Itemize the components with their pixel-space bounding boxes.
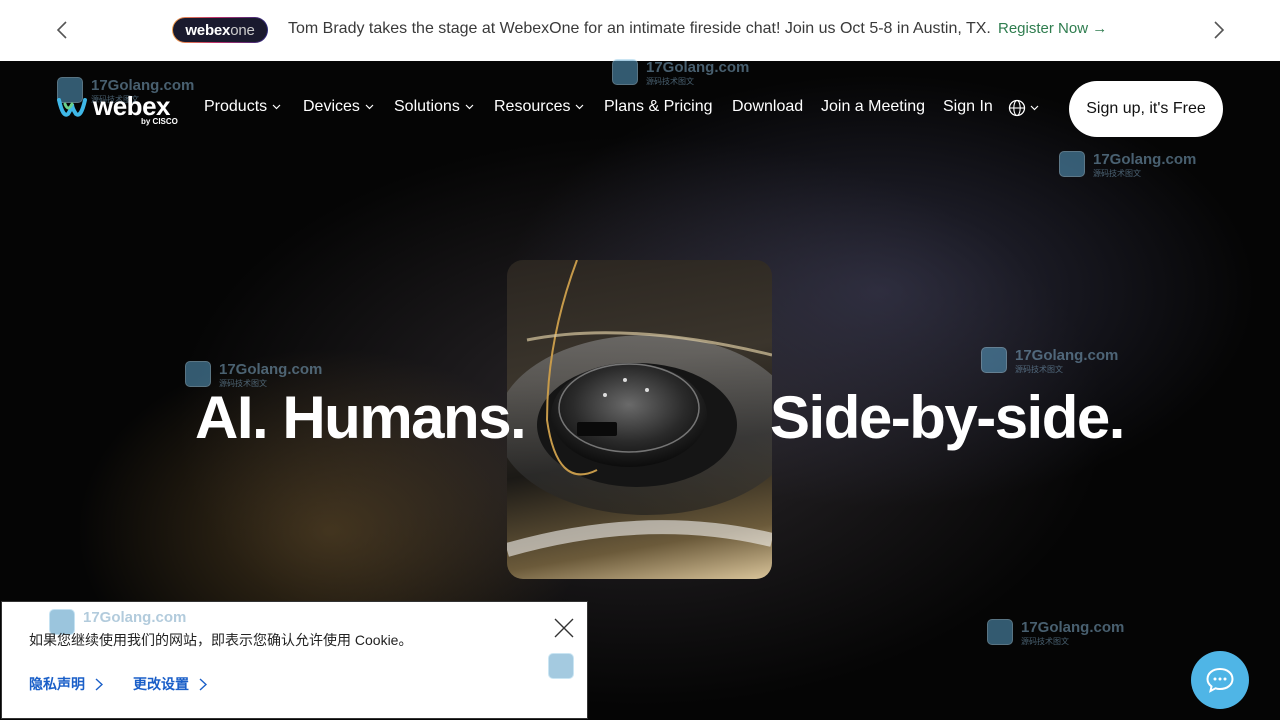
chevron-right-icon [199,677,207,691]
watermark-icon [548,653,574,679]
watermark-icon [1059,151,1085,177]
watermark-text: 17Golang.com [83,609,187,626]
nav-plans-pricing[interactable]: Plans & Pricing [604,98,713,116]
nav-download[interactable]: Download [732,98,803,116]
watermark-subtext: 源码技术图文 [1015,365,1063,374]
watermark: 17Golang.com 源码技术图文 [981,347,1118,375]
chevron-down-icon [272,104,281,110]
register-now-link[interactable]: Register Now → [998,20,1107,37]
watermark-subtext: 源码技术图文 [646,77,694,86]
watermark: 17Golang.com 源码技术图文 [612,59,749,87]
chat-button[interactable] [1191,651,1249,709]
cookie-banner: 17Golang.com 如果您继续使用我们的网站，即表示您确认允许使用 Coo… [1,601,588,719]
webex-logo[interactable]: webex by CISCO [57,91,187,131]
watermark-text: 17Golang.com [646,59,750,76]
logo-byline: by CISCO [141,117,178,126]
watermark-text: 17Golang.com [1093,151,1197,168]
watermark-text: 17Golang.com [1021,619,1125,636]
change-settings-link[interactable]: 更改设置 [133,674,207,694]
watermark-text: 17Golang.com [1015,347,1119,364]
nav-resources[interactable]: Resources [494,98,584,116]
nav-join-meeting[interactable]: Join a Meeting [821,98,925,116]
nav-label: Resources [494,98,571,115]
announcement-text: Tom Brady takes the stage at WebexOne fo… [288,20,991,37]
badge-suffix: one [230,21,255,39]
badge-main: webex [185,21,231,39]
watermark-icon [981,347,1007,373]
watermark-text: 17Golang.com [219,361,323,378]
watermark [548,653,582,679]
chevron-right-icon [95,677,103,691]
hero-headline-right: Side-by-side. [770,384,1125,451]
webexone-badge[interactable]: webex one [172,17,268,43]
device-image [507,260,772,579]
watermark: 17Golang.com 源码技术图文 [987,619,1124,647]
nav-devices[interactable]: Devices [303,98,374,116]
nav-label: Devices [303,98,360,115]
language-selector[interactable] [1008,99,1039,117]
watermark-icon [612,59,638,85]
announcement-bar: webex one Tom Brady takes the stage at We… [0,0,1280,61]
watermark-icon [987,619,1013,645]
chevron-left-icon[interactable] [52,19,74,41]
link-label: 更改设置 [133,676,189,692]
watermark: 17Golang.com 源码技术图文 [1059,151,1196,179]
privacy-statement-link[interactable]: 隐私声明 [29,674,103,694]
webex-mark-icon [57,98,87,117]
nav-label: Products [204,98,268,115]
globe-icon [1008,99,1026,117]
watermark-subtext: 源码技术图文 [1021,637,1069,646]
chat-bubble-icon [1206,667,1234,693]
ceiling-mic-illustration [507,260,772,557]
nav-products[interactable]: Products [204,98,281,116]
signup-button[interactable]: Sign up, it's Free [1069,81,1223,137]
chevron-down-icon [1030,105,1039,111]
cookie-message: 如果您继续使用我们的网站，即表示您确认允许使用 Cookie。 [29,632,413,648]
nav-label: Solutions [394,98,460,115]
chevron-down-icon [465,104,474,110]
chevron-down-icon [576,104,584,110]
chevron-down-icon [365,104,374,110]
link-label: 隐私声明 [29,676,85,692]
nav-sign-in[interactable]: Sign In [943,98,993,116]
hero-headline-left: AI. Humans. [195,384,527,451]
watermark-subtext: 源码技术图文 [1093,169,1141,178]
nav-solutions[interactable]: Solutions [394,98,474,116]
close-icon[interactable] [552,616,576,640]
chevron-right-icon[interactable] [1207,19,1229,41]
